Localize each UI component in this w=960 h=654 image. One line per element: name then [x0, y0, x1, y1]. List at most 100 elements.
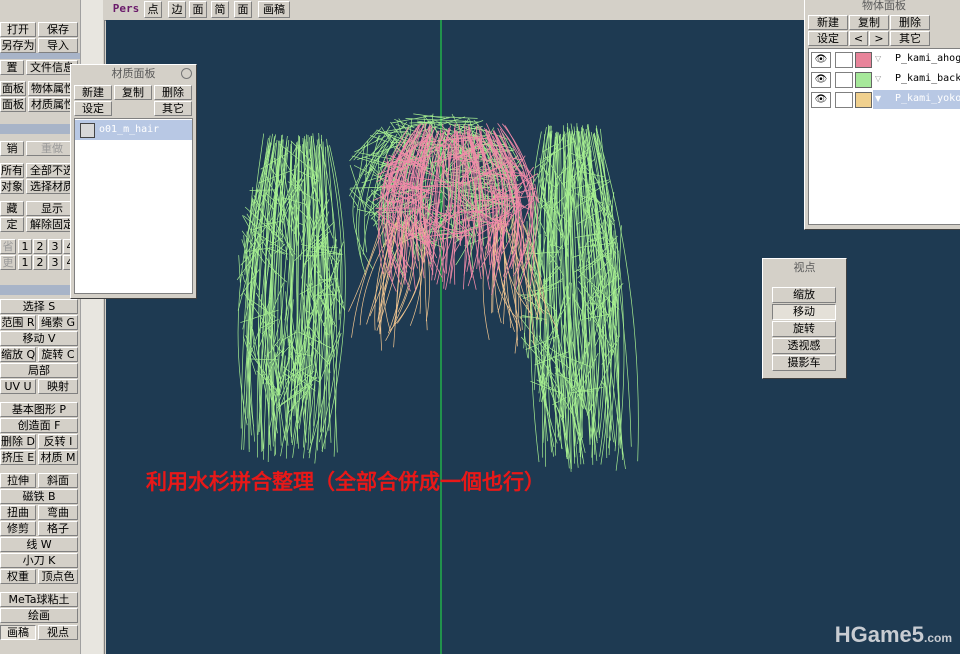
edge-mode-button[interactable]: 边 — [168, 1, 186, 18]
material-delete-button[interactable]: 删除 — [154, 85, 192, 100]
layer-3-button[interactable]: 3 — [48, 239, 62, 254]
list-item[interactable]: 👁 ▽ P_kami_ahoge — [809, 50, 960, 70]
select-object-button[interactable]: 对象 — [0, 179, 24, 194]
object-new-button[interactable]: 新建 — [808, 15, 848, 30]
view-move-button[interactable]: 移动 — [772, 304, 836, 320]
saveas-button[interactable]: 另存为 — [0, 38, 36, 53]
point-mode-button[interactable]: 点 — [144, 1, 162, 18]
perspective-toggle[interactable]: Pers — [108, 1, 144, 18]
expand-icon[interactable]: ▽ — [875, 74, 881, 83]
view-panel: 视点 缩放 移动 旋转 透视感 摄影车 — [762, 258, 847, 379]
eye-icon[interactable]: 👁 — [811, 92, 831, 108]
object-list[interactable]: 👁 ▽ P_kami_ahoge 👁 ▽ P_kami_back 👁 ▼ P_k… — [808, 48, 960, 225]
object-name: P_kami_ahoge — [895, 53, 960, 64]
select-all-button[interactable]: 所有 — [0, 163, 24, 178]
basic-shape-button[interactable]: 基本图形 P — [0, 402, 78, 417]
view-rotate-button[interactable]: 旋转 — [772, 321, 836, 337]
material-new-button[interactable]: 新建 — [74, 85, 112, 100]
expand-icon[interactable]: ▽ — [875, 54, 881, 63]
extrude-tool-button[interactable]: 挤压 E — [0, 450, 36, 465]
face-mode-button[interactable]: 面 — [189, 1, 207, 18]
list-item[interactable]: 👁 ▽ P_kami_back — [809, 70, 960, 90]
layer-1-button[interactable]: 1 — [18, 255, 32, 270]
magnet-tool-button[interactable]: 磁铁 B — [0, 489, 78, 504]
uv-button[interactable]: UV U — [0, 379, 36, 394]
select-tool-button[interactable]: 选择 S — [0, 299, 78, 314]
create-face-button[interactable]: 创造面 F — [0, 418, 78, 433]
paint-button[interactable]: 绘画 — [0, 608, 78, 623]
object-color-swatch — [855, 92, 872, 108]
object-panel-title: 物体面板 — [805, 0, 960, 15]
eye-icon[interactable]: 👁 — [811, 52, 831, 68]
object-other-button[interactable]: 其它 — [890, 31, 930, 46]
scale-tool-button[interactable]: 缩放 Q — [0, 347, 36, 362]
eye-icon[interactable]: 👁 — [811, 72, 831, 88]
rotate-tool-button[interactable]: 旋转 C — [38, 347, 78, 362]
stretch-tool-button[interactable]: 拉伸 — [0, 473, 36, 488]
lasso-tool-button[interactable]: 绳索 G — [38, 315, 78, 330]
draft-toggle[interactable]: 画稿 — [258, 1, 290, 18]
metaball-button[interactable]: MeTa球粘土 — [0, 592, 78, 607]
object-next-button[interactable]: > — [869, 31, 889, 46]
line-tool-button[interactable]: 线 W — [0, 537, 78, 552]
bend-tool-button[interactable]: 弯曲 — [38, 505, 78, 520]
face2-mode-button[interactable]: 面 — [234, 1, 252, 18]
hide-button[interactable]: 藏 — [0, 201, 24, 216]
material-tool-button[interactable]: 材质 M — [38, 450, 78, 465]
tab-draft[interactable]: 画稿 — [0, 625, 36, 640]
view-camera-dolly-button[interactable]: 摄影车 — [772, 355, 836, 371]
mat-panel-button[interactable]: 面板 — [0, 97, 26, 112]
local-button[interactable]: 局部 — [0, 363, 78, 378]
material-list[interactable]: o01_m_hair — [74, 118, 193, 294]
object-settings-button[interactable]: 设定 — [808, 31, 848, 46]
open-button[interactable]: 打开 — [0, 22, 36, 37]
settings-button[interactable]: 置 — [0, 60, 24, 75]
list-item[interactable]: 👁 ▼ P_kami_yoko — [809, 90, 960, 110]
material-settings-button[interactable]: 设定 — [74, 101, 112, 116]
list-item[interactable]: o01_m_hair — [75, 120, 192, 140]
save-button[interactable]: 保存 — [38, 22, 78, 37]
lock-icon[interactable] — [835, 52, 853, 68]
object-color-swatch — [855, 72, 872, 88]
delete-tool-button[interactable]: 删除 D — [0, 434, 36, 449]
view-zoom-button[interactable]: 缩放 — [772, 287, 836, 303]
range-tool-button[interactable]: 范围 R — [0, 315, 36, 330]
watermark-suffix: .com — [923, 631, 952, 645]
watermark: HGame5.com — [835, 622, 952, 648]
material-other-button[interactable]: 其它 — [154, 101, 192, 116]
twist-tool-button[interactable]: 扭曲 — [0, 505, 36, 520]
lock-icon[interactable] — [835, 72, 853, 88]
layer-tag: 更 — [0, 255, 16, 270]
material-copy-button[interactable]: 复制 — [114, 85, 152, 100]
material-panel: 材质面板 新建 复制 删除 设定 其它 o01_m_hair — [70, 64, 197, 299]
layer-3-button[interactable]: 3 — [48, 255, 62, 270]
layer-1-button[interactable]: 1 — [18, 239, 32, 254]
obj-panel-button[interactable]: 面板 — [0, 81, 26, 96]
weight-tool-button[interactable]: 权重 — [0, 569, 36, 584]
layer-2-button[interactable]: 2 — [33, 239, 47, 254]
flip-tool-button[interactable]: 反转 I — [38, 434, 78, 449]
bevel-tool-button[interactable]: 斜面 — [38, 473, 78, 488]
view-perspective-button[interactable]: 透视感 — [772, 338, 836, 354]
panel-close-icon[interactable] — [181, 68, 192, 79]
knife-tool-button[interactable]: 小刀 K — [0, 553, 78, 568]
undo-button[interactable]: 销 — [0, 141, 24, 156]
object-name: P_kami_yoko — [895, 93, 960, 104]
vertex-color-button[interactable]: 顶点色 — [38, 569, 78, 584]
tab-view[interactable]: 视点 — [38, 625, 78, 640]
import-button[interactable]: 导入 — [38, 38, 78, 53]
trim-tool-button[interactable]: 修剪 — [0, 521, 36, 536]
lock-button[interactable]: 定 — [0, 217, 24, 232]
simple-mode-button[interactable]: 简 — [211, 1, 229, 18]
material-name: o01_m_hair — [99, 124, 160, 135]
mapping-button[interactable]: 映射 — [38, 379, 78, 394]
layer-2-button[interactable]: 2 — [33, 255, 47, 270]
move-tool-button[interactable]: 移动 V — [0, 331, 78, 346]
object-prev-button[interactable]: < — [849, 31, 868, 46]
object-copy-button[interactable]: 复制 — [849, 15, 889, 30]
lattice-tool-button[interactable]: 格子 — [38, 521, 78, 536]
object-delete-button[interactable]: 删除 — [890, 15, 930, 30]
expand-icon[interactable]: ▼ — [875, 94, 881, 103]
object-panel: 物体面板 新建 复制 删除 设定 < > 其它 👁 ▽ P_kami_ahoge… — [804, 0, 960, 230]
lock-icon[interactable] — [835, 92, 853, 108]
